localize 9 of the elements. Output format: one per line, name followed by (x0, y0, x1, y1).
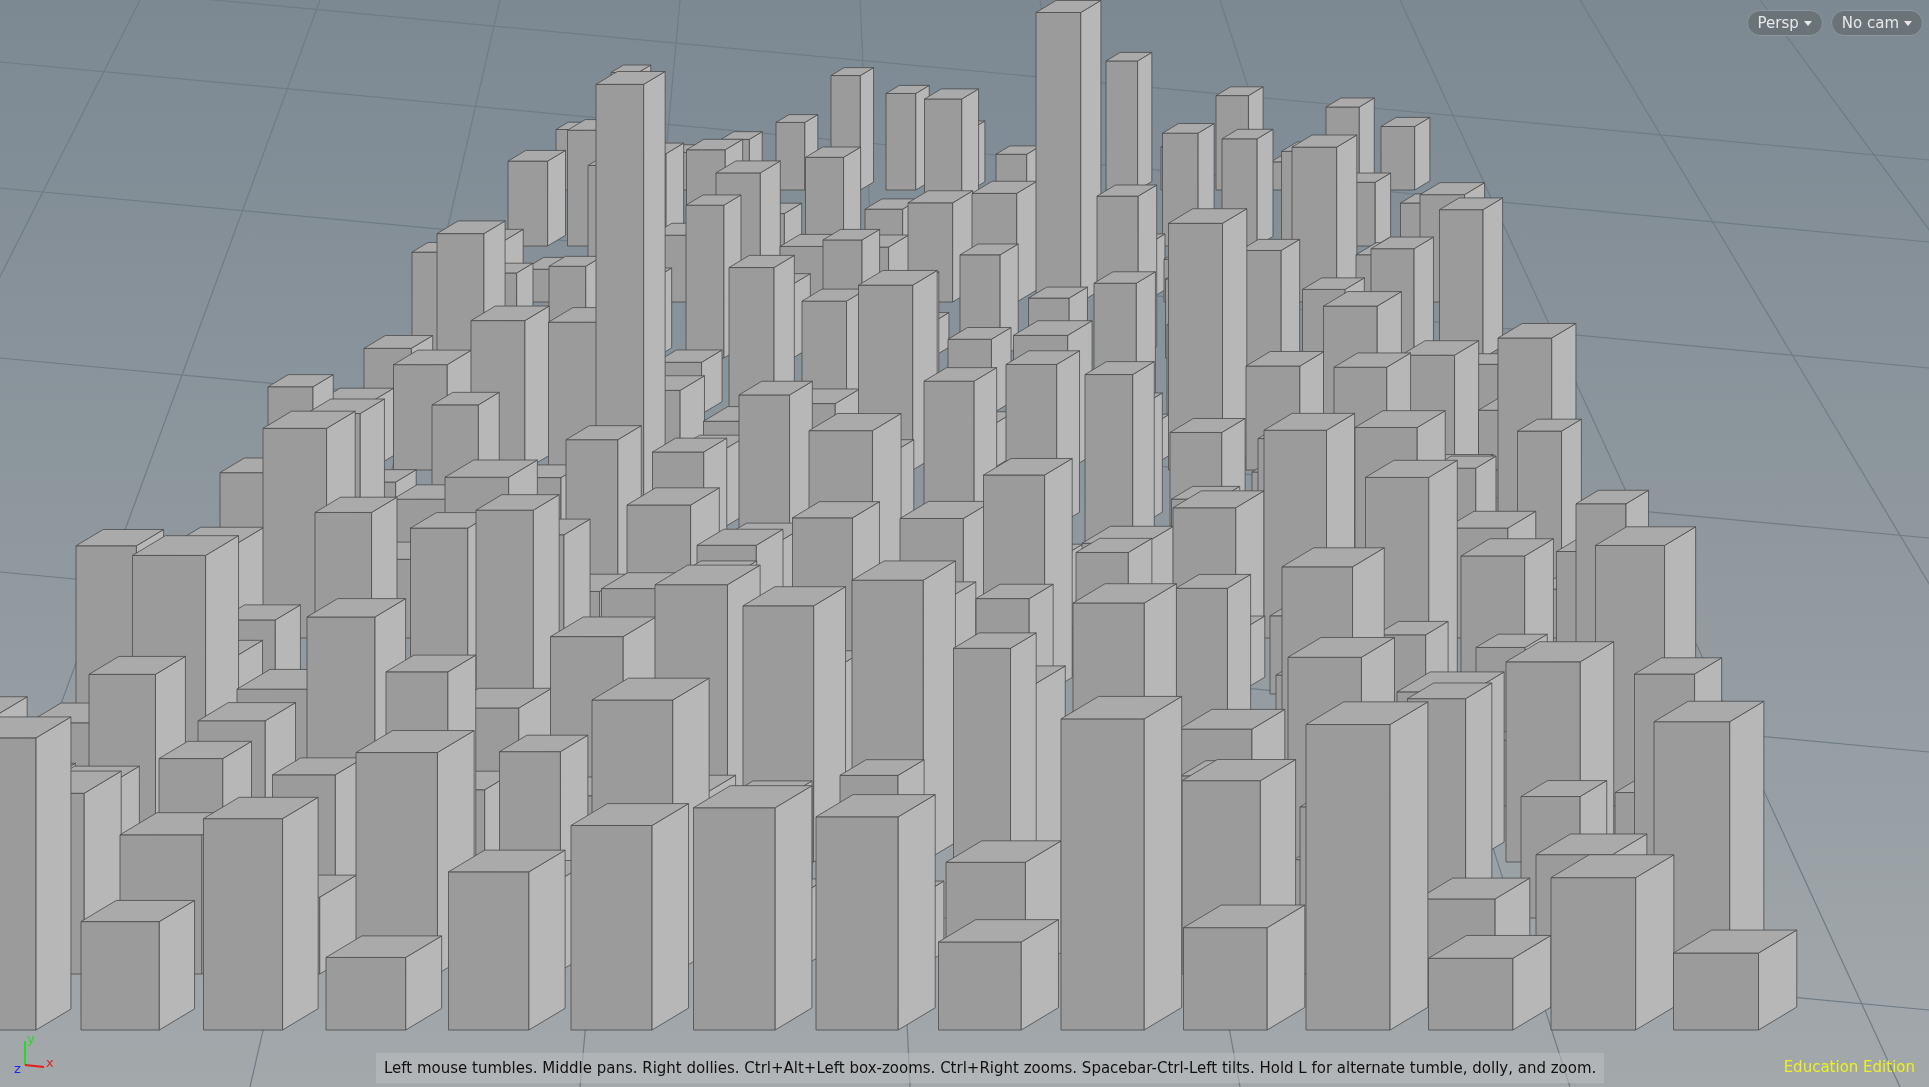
edition-label: Education Edition (1783, 1058, 1915, 1076)
caret-icon (1803, 20, 1812, 26)
camera-menu[interactable]: Persp (1746, 10, 1823, 36)
axis-label: z (14, 1061, 21, 1076)
navigation-hint: Left mouse tumbles. Middle pans. Right dollies. Ctrl+Alt+Left box-zooms. Ctrl+Right zooms. Spacebar-Ctrl-Left tilts. Hold L for alternate tumble, dolly, and zoom. (376, 1053, 1605, 1083)
camera-menu[interactable]: No cam (1830, 10, 1923, 36)
axis-label: y (27, 1031, 35, 1046)
axis-label: x (46, 1055, 54, 1070)
caret-icon (1904, 20, 1912, 26)
